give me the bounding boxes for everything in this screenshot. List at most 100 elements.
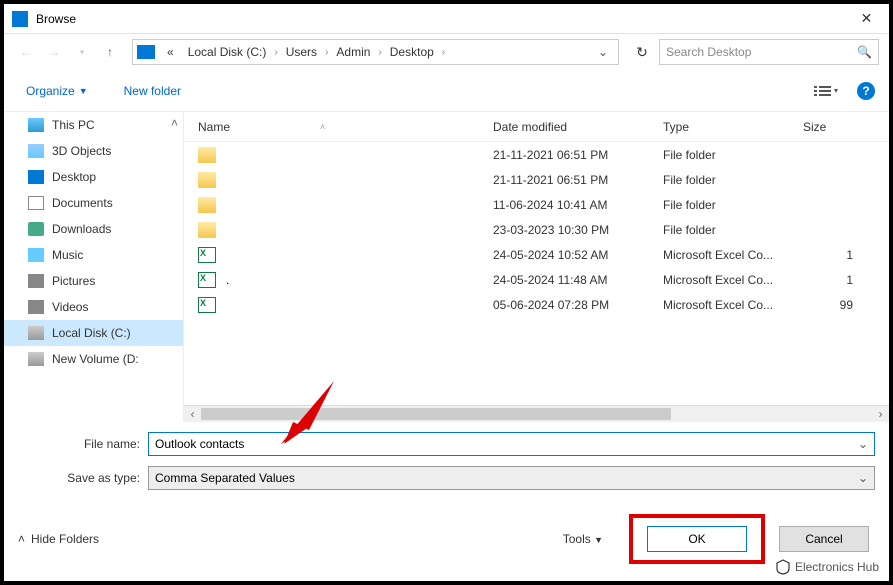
chevron-right-icon[interactable]: ›	[378, 47, 381, 58]
recent-dropdown[interactable]: ▾	[70, 40, 94, 64]
col-name[interactable]: Name	[198, 120, 230, 134]
file-date: 23-03-2023 10:30 PM	[493, 223, 663, 237]
tree-item[interactable]: Pictures	[4, 268, 183, 294]
search-input[interactable]: Search Desktop 🔍	[659, 39, 879, 65]
tree-item[interactable]: Desktop	[4, 164, 183, 190]
disk-icon	[28, 352, 44, 366]
watermark: Electronics Hub	[775, 559, 879, 575]
close-button[interactable]: ✕	[844, 4, 889, 34]
tree-item[interactable]: 3D Objects	[4, 138, 183, 164]
watermark-logo-icon	[775, 559, 791, 575]
filename-input[interactable]: Outlook contacts ⌄	[148, 432, 875, 456]
scroll-thumb[interactable]	[201, 408, 671, 420]
hide-folders-button[interactable]: ˄ Hide Folders	[18, 532, 99, 546]
file-row[interactable]: 21-11-2021 06:51 PMFile folder	[184, 167, 889, 192]
annotation-highlight: OK	[629, 514, 765, 564]
saveas-value: Comma Separated Values	[155, 471, 858, 485]
file-row[interactable]: 24-05-2024 10:52 AMMicrosoft Excel Co...…	[184, 242, 889, 267]
file-row[interactable]: .24-05-2024 11:48 AMMicrosoft Excel Co..…	[184, 267, 889, 292]
window-title: Browse	[36, 12, 844, 26]
scroll-right-icon[interactable]: ›	[872, 407, 889, 421]
chevron-right-icon[interactable]: ›	[274, 47, 277, 58]
view-options-button[interactable]	[807, 80, 845, 102]
excel-icon	[198, 247, 216, 263]
tree-label: This PC	[52, 118, 95, 132]
ok-button[interactable]: OK	[647, 526, 747, 552]
address-dropdown[interactable]: ⌄	[592, 45, 614, 59]
3d-icon	[28, 144, 44, 158]
file-name: .	[226, 273, 493, 287]
chevron-down-icon[interactable]: ⌄	[858, 437, 868, 451]
file-row[interactable]: 11-06-2024 10:41 AMFile folder	[184, 192, 889, 217]
breadcrumb-seg[interactable]: Desktop	[384, 45, 440, 59]
tree-label: New Volume (D:	[52, 352, 139, 366]
down-icon	[28, 222, 44, 236]
search-placeholder: Search Desktop	[666, 45, 857, 59]
chevron-right-icon[interactable]: ›	[325, 47, 328, 58]
scroll-left-icon[interactable]: ‹	[184, 407, 201, 421]
breadcrumb-seg[interactable]: Local Disk (C:)	[182, 45, 273, 59]
col-date[interactable]: Date modified	[493, 120, 663, 134]
folder-icon	[198, 172, 216, 188]
address-bar[interactable]: « Local Disk (C:) › Users › Admin › Desk…	[132, 39, 619, 65]
file-type: File folder	[663, 198, 803, 212]
col-type[interactable]: Type	[663, 120, 803, 134]
breadcrumb-prefix[interactable]: «	[161, 45, 180, 59]
chevron-down-icon[interactable]: ⌄	[858, 471, 868, 485]
saveas-label: Save as type:	[18, 471, 148, 485]
new-folder-button[interactable]: New folder	[116, 80, 189, 102]
dialog-footer: ˄ Hide Folders Tools ▼ OK Cancel	[4, 504, 889, 578]
sort-indicator-icon: ˄	[320, 122, 325, 132]
organize-button[interactable]: Organize▼	[18, 80, 96, 102]
tree-item[interactable]: Local Disk (C:)	[4, 320, 183, 346]
breadcrumb-seg[interactable]: Users	[280, 45, 323, 59]
search-icon[interactable]: 🔍	[857, 45, 872, 59]
breadcrumb-seg[interactable]: Admin	[330, 45, 376, 59]
saveas-type-select[interactable]: Comma Separated Values ⌄	[148, 466, 875, 490]
tree-label: Videos	[52, 300, 88, 314]
tree-label: 3D Objects	[52, 144, 111, 158]
drive-icon	[137, 45, 155, 59]
back-button[interactable]: ←	[14, 40, 38, 64]
file-date: 05-06-2024 07:28 PM	[493, 298, 663, 312]
excel-icon	[198, 297, 216, 313]
tree-item[interactable]: Videos	[4, 294, 183, 320]
chevron-right-icon[interactable]: ›	[442, 47, 445, 58]
music-icon	[28, 248, 44, 262]
file-list: Name ˄ Date modified Type Size 21-11-2021…	[184, 112, 889, 422]
tree-scroll-up[interactable]: ˄	[171, 116, 181, 130]
scroll-track[interactable]	[201, 406, 872, 422]
up-button[interactable]: ↑	[98, 40, 122, 64]
horizontal-scrollbar[interactable]: ‹ ›	[184, 405, 889, 422]
nav-row: ← → ▾ ↑ « Local Disk (C:) › Users › Admi…	[4, 34, 889, 70]
tree-item[interactable]: Downloads	[4, 216, 183, 242]
file-row[interactable]: 21-11-2021 06:51 PMFile folder	[184, 142, 889, 167]
file-type: Microsoft Excel Co...	[663, 273, 803, 287]
file-type: File folder	[663, 173, 803, 187]
vid-icon	[28, 300, 44, 314]
chevron-down-icon: ▼	[594, 535, 603, 545]
file-date: 11-06-2024 10:41 AM	[493, 198, 663, 212]
file-row[interactable]: 05-06-2024 07:28 PMMicrosoft Excel Co...…	[184, 292, 889, 317]
tree-item[interactable]: Documents	[4, 190, 183, 216]
tree-item[interactable]: Music	[4, 242, 183, 268]
tree-label: Music	[52, 248, 83, 262]
file-row[interactable]: 23-03-2023 10:30 PMFile folder	[184, 217, 889, 242]
tree-label: Documents	[52, 196, 113, 210]
cancel-button[interactable]: Cancel	[779, 526, 869, 552]
tree-label: Downloads	[52, 222, 111, 236]
main-content: ˄ This PC 3D Objects Desktop Documents Downl…	[4, 112, 889, 422]
column-headers[interactable]: Name ˄ Date modified Type Size	[184, 112, 889, 142]
file-type: File folder	[663, 148, 803, 162]
tree-item[interactable]: New Volume (D:	[4, 346, 183, 372]
title-bar: Browse ✕	[4, 4, 889, 34]
tree-label: Pictures	[52, 274, 95, 288]
file-type: File folder	[663, 223, 803, 237]
tools-button[interactable]: Tools ▼	[551, 532, 615, 546]
refresh-button[interactable]: ↻	[629, 39, 655, 65]
file-date: 21-11-2021 06:51 PM	[493, 173, 663, 187]
tree-item[interactable]: This PC	[4, 112, 183, 138]
forward-button[interactable]: →	[42, 40, 66, 64]
col-size[interactable]: Size	[803, 120, 853, 134]
help-button[interactable]: ?	[857, 82, 875, 100]
